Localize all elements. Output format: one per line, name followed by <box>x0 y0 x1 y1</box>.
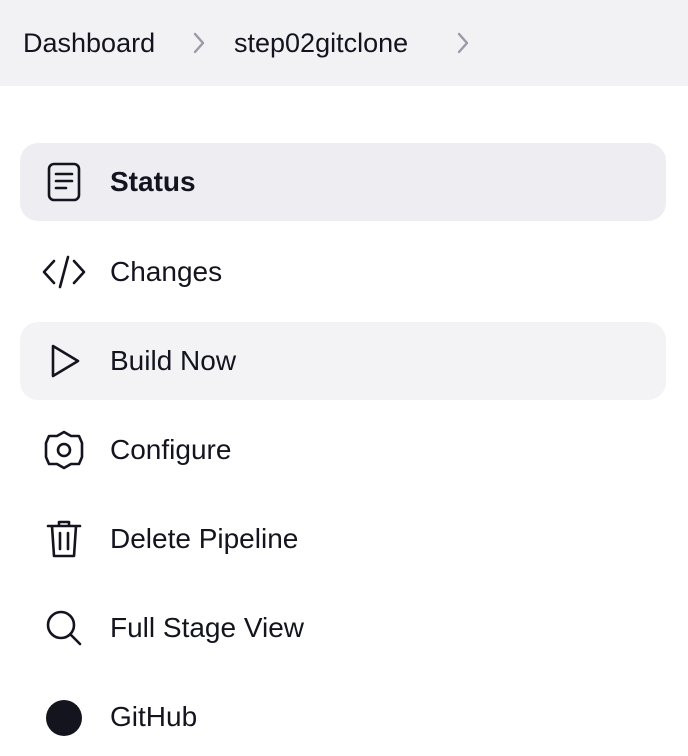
breadcrumb-dashboard-link[interactable]: Dashboard <box>23 26 155 60</box>
sidebar-item-changes[interactable]: Changes <box>20 233 666 311</box>
sidebar-item-build-now[interactable]: Build Now <box>20 322 666 400</box>
sidebar-item-status[interactable]: Status <box>20 143 666 221</box>
breadcrumb-job-link[interactable]: step02gitclone <box>234 26 408 60</box>
chevron-right-icon <box>188 31 210 55</box>
play-icon <box>42 341 86 381</box>
chevron-right-icon[interactable] <box>452 31 474 55</box>
sidebar-item-full-stage-view[interactable]: Full Stage View <box>20 589 666 667</box>
sidebar-item-label: Configure <box>110 434 232 465</box>
sidebar-item-label: Full Stage View <box>110 612 305 643</box>
sidebar-item-configure[interactable]: Configure <box>20 411 666 489</box>
sidebar-item-label: GitHub <box>110 701 198 732</box>
breadcrumb: Dashboard step02gitclone <box>0 0 688 86</box>
sidebar-item-label: Delete Pipeline <box>110 523 299 554</box>
sidebar-item-delete-pipeline[interactable]: Delete Pipeline <box>20 500 666 578</box>
gear-icon <box>42 430 86 470</box>
code-icon <box>42 252 86 292</box>
document-icon <box>42 162 86 202</box>
sidebar-item-label: Status <box>110 166 196 197</box>
search-icon <box>42 608 86 648</box>
sidebar-item-label: Changes <box>110 256 223 287</box>
sidebar-item-label: Build Now <box>110 345 237 376</box>
trash-icon <box>42 519 86 559</box>
sidebar-item-github[interactable]: GitHub <box>20 678 666 756</box>
github-icon <box>42 697 86 737</box>
